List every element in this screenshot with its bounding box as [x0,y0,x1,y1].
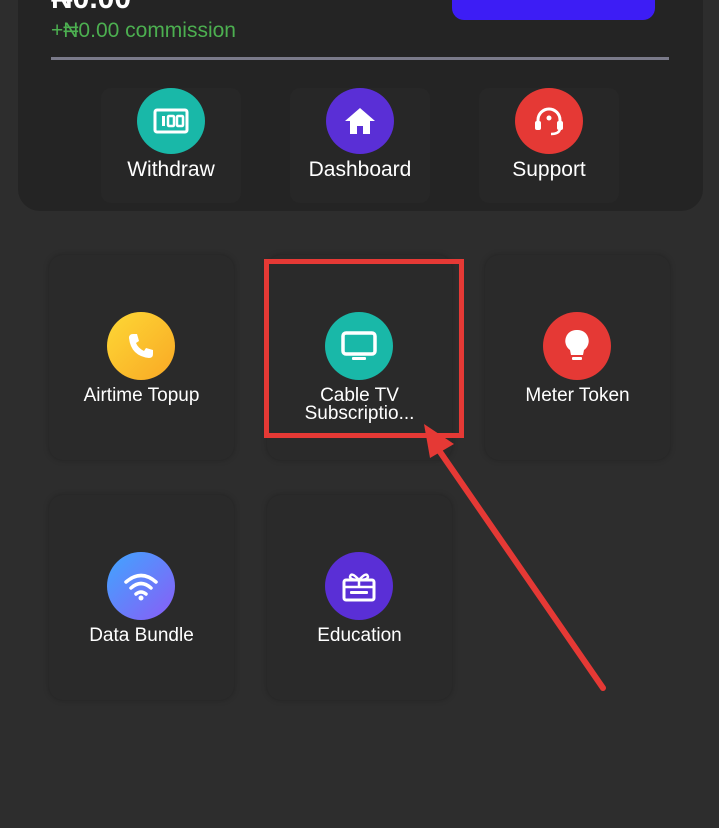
annotation-arrow-icon [424,424,606,691]
screen: ₦0.00 +₦0.00 commission Withdraw Dashboa… [0,0,719,828]
